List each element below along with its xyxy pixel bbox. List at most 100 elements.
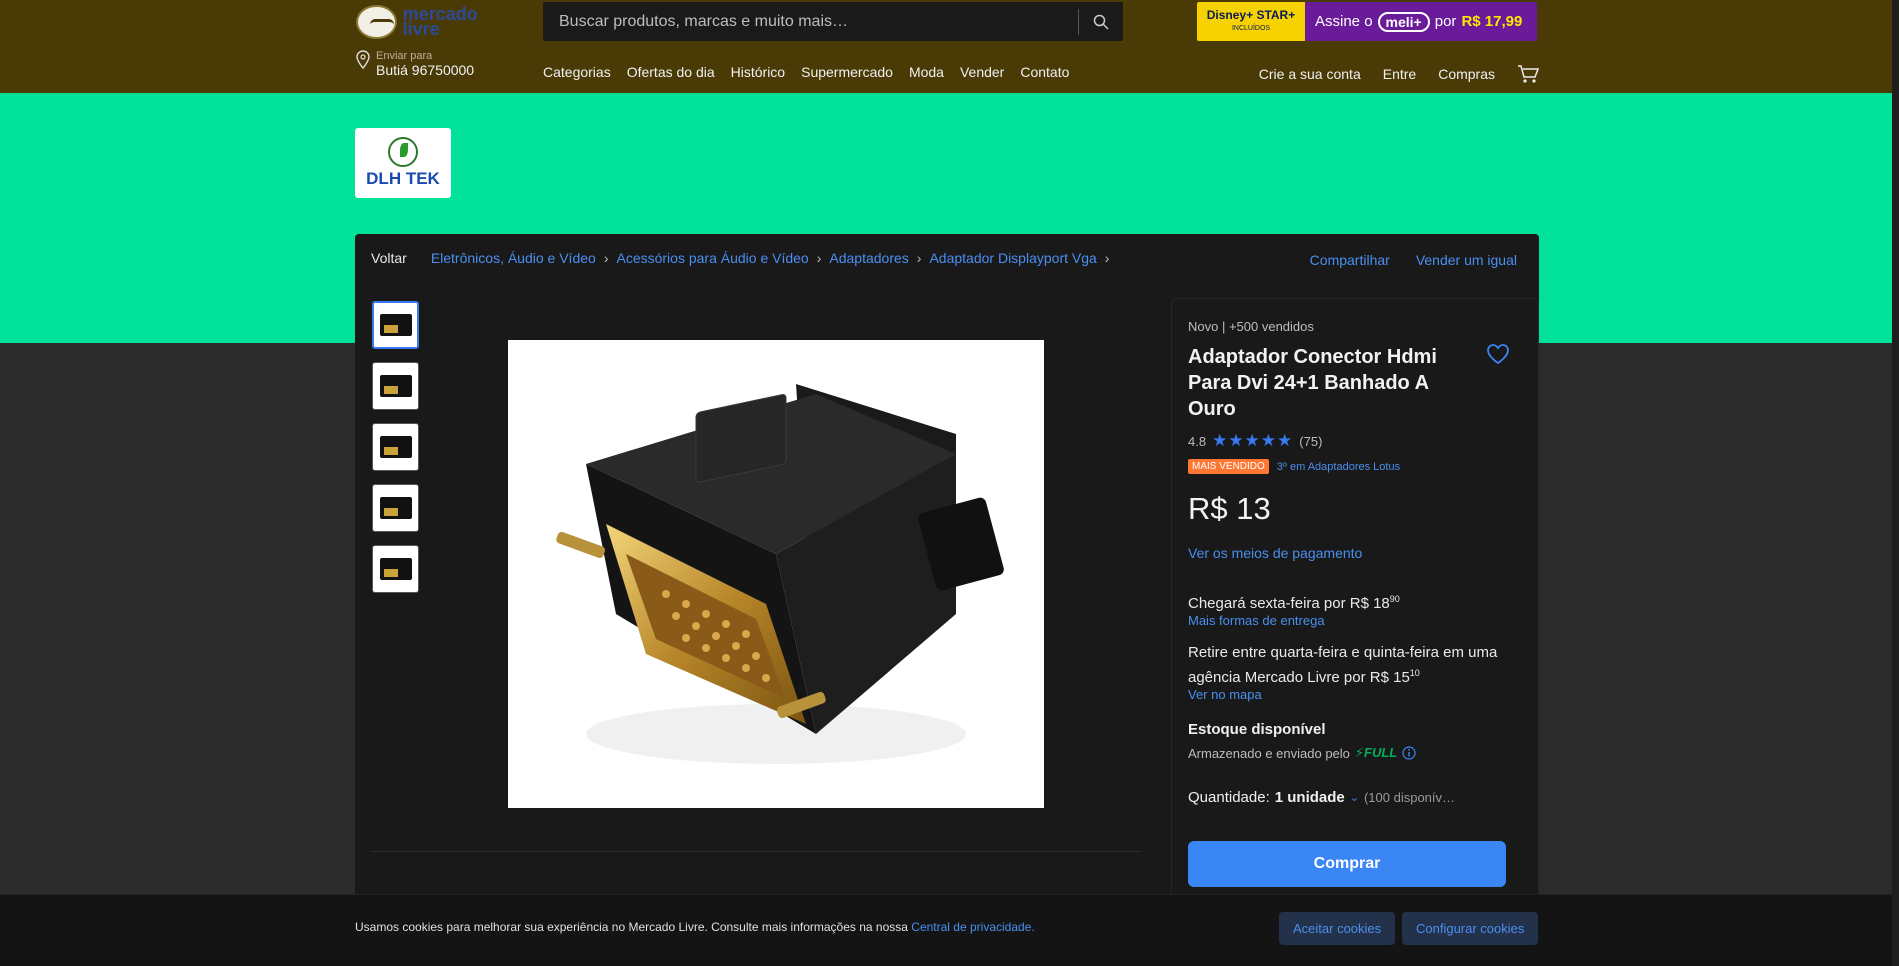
store-name: DLH TEK	[366, 169, 440, 188]
nav-vender[interactable]: Vender	[960, 64, 1004, 80]
thumbnail-image	[379, 375, 412, 397]
buy-button[interactable]: Comprar	[1188, 841, 1506, 887]
thumbnail[interactable]	[372, 362, 419, 410]
pickup-cents: 10	[1409, 668, 1420, 678]
search-button[interactable]	[1079, 2, 1123, 41]
share-links: Compartilhar Vender um igual	[1310, 252, 1517, 268]
sell-similar-link[interactable]: Vender um igual	[1416, 252, 1517, 268]
disney-star-logo: Disney+ STAR+ INCLUÍDOS	[1197, 2, 1305, 41]
chevron-right-icon: ›	[916, 250, 922, 266]
full-badge: ⚡FULL	[1354, 745, 1398, 760]
full-label: FULL	[1364, 745, 1398, 760]
logo-text: mercado livre	[402, 4, 478, 39]
promo-included: INCLUÍDOS	[1231, 24, 1271, 32]
nav-contato[interactable]: Contato	[1020, 64, 1069, 80]
fulfillment-text: Armazenado e enviado pelo	[1188, 745, 1350, 761]
main-nav: Categorias Ofertas do dia Histórico Supe…	[543, 64, 1069, 80]
chevron-right-icon: ›	[603, 250, 609, 266]
share-link[interactable]: Compartilhar	[1310, 252, 1390, 268]
search-icon	[1093, 14, 1109, 30]
thumbnail-image	[379, 314, 412, 336]
nav-historico[interactable]: Histórico	[731, 64, 785, 80]
category-rank-link[interactable]: 3º em Adaptadores Lotus	[1277, 461, 1400, 473]
breadcrumb-item[interactable]: Acessórios para Áudio e Vídeo	[616, 250, 808, 266]
pickup-text: Retire entre quarta-feira e quinta-feira…	[1188, 642, 1518, 688]
store-logo[interactable]: DLH TEK	[355, 128, 451, 198]
star-icons: ★★★★★	[1212, 431, 1294, 450]
payment-methods-link[interactable]: Ver os meios de pagamento	[1188, 545, 1362, 561]
purchase-box: Novo | +500 vendidos Adaptador Conector …	[1171, 298, 1539, 934]
review-count: (75)	[1299, 433, 1323, 449]
hdmi-dvi-adapter-image	[556, 384, 1004, 764]
fulfillment-info: Armazenado e enviado pelo ⚡FULL	[1188, 745, 1416, 761]
account-nav: Crie a sua conta Entre Compras	[1259, 64, 1539, 84]
nav-ofertas[interactable]: Ofertas do dia	[627, 64, 715, 80]
quantity-value: 1 unidade	[1274, 789, 1345, 806]
quantity-available: (100 disponív…	[1363, 790, 1456, 805]
rating-row[interactable]: 4.8 ★★★★★ (75)	[1188, 431, 1322, 451]
meli-plus-badge: meli+	[1377, 11, 1430, 32]
chevron-right-icon: ›	[816, 250, 822, 266]
more-delivery-link[interactable]: Mais formas de entrega	[1188, 613, 1325, 628]
breadcrumb-item[interactable]: Eletrônicos, Áudio e Vídeo	[431, 250, 596, 266]
create-account-link[interactable]: Crie a sua conta	[1259, 66, 1361, 82]
cookie-message: Usamos cookies para melhorar sua experiê…	[355, 920, 1035, 934]
thumbnail[interactable]	[372, 423, 419, 471]
nav-supermercado[interactable]: Supermercado	[801, 64, 893, 80]
product-panel: Voltar Eletrônicos, Áudio e Vídeo › Aces…	[355, 234, 1539, 934]
configure-cookies-button[interactable]: Configurar cookies	[1402, 912, 1539, 945]
thumbnail-image	[379, 558, 412, 580]
search-input[interactable]	[543, 2, 1078, 41]
thumbnail[interactable]	[372, 484, 419, 532]
chevron-right-icon: ›	[1104, 250, 1110, 266]
cookie-banner: Usamos cookies para melhorar sua experiê…	[0, 894, 1893, 966]
privacy-center-link[interactable]: Central de privacidade.	[911, 920, 1034, 934]
search-bar	[543, 2, 1123, 41]
promo-brand: Disney+ STAR+	[1206, 7, 1296, 22]
chevron-down-icon: ⌄	[1349, 792, 1359, 804]
promo-por: por	[1434, 13, 1457, 30]
purchases-link[interactable]: Compras	[1438, 66, 1495, 82]
shipping-location[interactable]: Enviar para Butiá 96750000	[356, 50, 474, 78]
stock-status: Estoque disponível	[1188, 721, 1326, 738]
rating-value: 4.8	[1188, 433, 1207, 449]
divider	[371, 851, 1141, 852]
delivery-cents: 90	[1389, 594, 1400, 604]
delivery-text: Chegará sexta-feira por R$ 1890	[1188, 589, 1400, 614]
product-title: Adaptador Conector Hdmi Para Dvi 24+1 Ba…	[1188, 346, 1437, 420]
accept-cookies-button[interactable]: Aceitar cookies	[1279, 912, 1396, 945]
info-icon[interactable]	[1402, 746, 1416, 760]
meli-plus-banner[interactable]: Disney+ STAR+ INCLUÍDOS Assine o meli+ p…	[1197, 2, 1537, 41]
quantity-selector[interactable]: Quantidade: 1 unidade ⌄ (100 disponív…	[1188, 789, 1455, 806]
login-link[interactable]: Entre	[1383, 66, 1416, 82]
location-pin-icon	[356, 50, 370, 70]
thumbnail-image	[379, 436, 412, 458]
best-seller-badge: MAIS VENDIDO	[1188, 459, 1269, 474]
thumbnail[interactable]	[372, 301, 419, 349]
scrollbar[interactable]	[1892, 0, 1899, 966]
heart-icon[interactable]	[1486, 343, 1510, 365]
thumbnail-gallery	[372, 301, 419, 593]
leaf-icon	[388, 137, 418, 167]
promo-price: R$ 17,99	[1461, 13, 1523, 30]
pickup-label: Retire entre quarta-feira e quinta-feira…	[1188, 644, 1498, 686]
promo-text: Assine o	[1315, 13, 1373, 30]
mercado-livre-logo[interactable]: mercado livre	[356, 4, 496, 40]
best-seller-row: MAIS VENDIDO 3º em Adaptadores Lotus	[1188, 459, 1400, 474]
product-image[interactable]	[508, 340, 1044, 808]
breadcrumb: Voltar Eletrônicos, Áudio e Vídeo › Aces…	[371, 250, 1117, 266]
cookie-text: Usamos cookies para melhorar sua experiê…	[355, 920, 908, 934]
back-link[interactable]: Voltar	[371, 250, 407, 266]
handshake-icon	[356, 5, 397, 39]
nav-moda[interactable]: Moda	[909, 64, 944, 80]
nav-categorias[interactable]: Categorias	[543, 64, 611, 80]
breadcrumb-item[interactable]: Adaptador Displayport Vga	[929, 250, 1096, 266]
thumbnail-image	[379, 497, 412, 519]
thumbnail[interactable]	[372, 545, 419, 593]
cart-icon[interactable]	[1517, 64, 1539, 84]
product-price: R$ 13	[1188, 491, 1271, 526]
map-link[interactable]: Ver no mapa	[1188, 687, 1262, 702]
breadcrumb-item[interactable]: Adaptadores	[829, 250, 908, 266]
location-label: Enviar para	[376, 50, 433, 62]
site-header: mercado livre Disney+ STAR+ INCLUÍDOS As…	[0, 0, 1899, 93]
